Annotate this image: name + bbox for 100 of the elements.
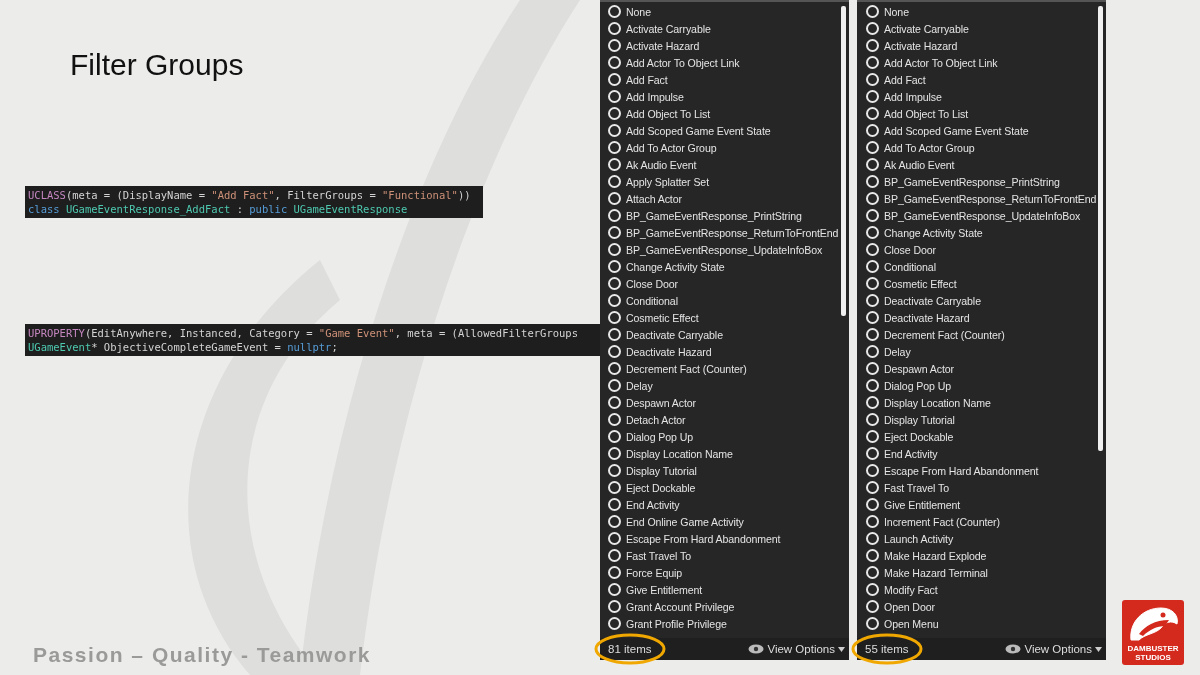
list-option[interactable]: Eject Dockable bbox=[857, 428, 1106, 445]
radio-icon[interactable] bbox=[866, 209, 879, 222]
list-option[interactable]: Cosmetic Effect bbox=[857, 275, 1106, 292]
scrollbar-thumb[interactable] bbox=[1098, 6, 1103, 451]
list-option[interactable]: None bbox=[600, 3, 849, 20]
radio-icon[interactable] bbox=[608, 260, 621, 273]
radio-icon[interactable] bbox=[866, 158, 879, 171]
radio-icon[interactable] bbox=[866, 515, 879, 528]
radio-icon[interactable] bbox=[866, 328, 879, 341]
radio-icon[interactable] bbox=[608, 22, 621, 35]
radio-icon[interactable] bbox=[866, 260, 879, 273]
radio-icon[interactable] bbox=[608, 379, 621, 392]
radio-icon[interactable] bbox=[608, 209, 621, 222]
radio-icon[interactable] bbox=[866, 22, 879, 35]
list-option[interactable]: Add To Actor Group bbox=[600, 139, 849, 156]
list-option[interactable]: Change Activity State bbox=[600, 258, 849, 275]
radio-icon[interactable] bbox=[608, 413, 621, 426]
radio-icon[interactable] bbox=[866, 566, 879, 579]
radio-icon[interactable] bbox=[608, 39, 621, 52]
list-option[interactable]: Add Object To List bbox=[857, 105, 1106, 122]
list-option[interactable]: Despawn Actor bbox=[857, 360, 1106, 377]
list-option[interactable]: Activate Hazard bbox=[600, 37, 849, 54]
radio-icon[interactable] bbox=[866, 396, 879, 409]
list-option[interactable]: BP_GameEventResponse_PrintString bbox=[857, 173, 1106, 190]
radio-icon[interactable] bbox=[866, 498, 879, 511]
radio-icon[interactable] bbox=[608, 600, 621, 613]
list-option[interactable]: End Activity bbox=[600, 496, 849, 513]
list-option[interactable]: Open Menu bbox=[857, 615, 1106, 632]
list-option[interactable]: Add Impulse bbox=[600, 88, 849, 105]
list-option[interactable]: Display Tutorial bbox=[857, 411, 1106, 428]
list-option[interactable]: Eject Dockable bbox=[600, 479, 849, 496]
list-option[interactable]: Add Actor To Object Link bbox=[600, 54, 849, 71]
radio-icon[interactable] bbox=[866, 617, 879, 630]
radio-icon[interactable] bbox=[608, 430, 621, 443]
list-option[interactable]: Add Impulse bbox=[857, 88, 1106, 105]
radio-icon[interactable] bbox=[608, 447, 621, 460]
radio-icon[interactable] bbox=[866, 379, 879, 392]
radio-icon[interactable] bbox=[608, 345, 621, 358]
radio-icon[interactable] bbox=[608, 141, 621, 154]
list-option[interactable]: Fast Travel To bbox=[600, 547, 849, 564]
list-option[interactable]: Open Door bbox=[857, 598, 1106, 615]
radio-icon[interactable] bbox=[608, 532, 621, 545]
scrollbar-thumb[interactable] bbox=[841, 6, 846, 316]
radio-icon[interactable] bbox=[866, 583, 879, 596]
radio-icon[interactable] bbox=[608, 583, 621, 596]
radio-icon[interactable] bbox=[608, 566, 621, 579]
list-option[interactable]: Make Hazard Terminal bbox=[857, 564, 1106, 581]
list-option[interactable]: Decrement Fact (Counter) bbox=[857, 326, 1106, 343]
radio-icon[interactable] bbox=[866, 464, 879, 477]
radio-icon[interactable] bbox=[866, 39, 879, 52]
list-option[interactable]: BP_GameEventResponse_PrintString bbox=[600, 207, 849, 224]
list-option[interactable]: Make Hazard Explode bbox=[857, 547, 1106, 564]
radio-icon[interactable] bbox=[866, 107, 879, 120]
radio-icon[interactable] bbox=[608, 158, 621, 171]
list-option[interactable]: Add Object To List bbox=[600, 105, 849, 122]
list-option[interactable]: Ak Audio Event bbox=[600, 156, 849, 173]
radio-icon[interactable] bbox=[866, 73, 879, 86]
radio-icon[interactable] bbox=[866, 141, 879, 154]
radio-icon[interactable] bbox=[608, 73, 621, 86]
list-option[interactable]: Delay bbox=[857, 343, 1106, 360]
radio-icon[interactable] bbox=[608, 498, 621, 511]
radio-icon[interactable] bbox=[608, 311, 621, 324]
radio-icon[interactable] bbox=[866, 277, 879, 290]
radio-icon[interactable] bbox=[608, 277, 621, 290]
list-option[interactable]: Conditional bbox=[857, 258, 1106, 275]
radio-icon[interactable] bbox=[608, 124, 621, 137]
radio-icon[interactable] bbox=[866, 175, 879, 188]
list-option[interactable]: Add Fact bbox=[857, 71, 1106, 88]
list-option[interactable]: Apply Splatter Set bbox=[600, 173, 849, 190]
radio-icon[interactable] bbox=[866, 481, 879, 494]
radio-icon[interactable] bbox=[608, 5, 621, 18]
radio-icon[interactable] bbox=[608, 396, 621, 409]
list-option[interactable]: Force Equip bbox=[600, 564, 849, 581]
radio-icon[interactable] bbox=[866, 90, 879, 103]
list-option[interactable]: Display Location Name bbox=[857, 394, 1106, 411]
list-option[interactable]: Fast Travel To bbox=[857, 479, 1106, 496]
radio-icon[interactable] bbox=[608, 56, 621, 69]
radio-icon[interactable] bbox=[608, 617, 621, 630]
list-option[interactable]: Add Fact bbox=[600, 71, 849, 88]
list-option[interactable]: Attach Actor bbox=[600, 190, 849, 207]
list-option[interactable]: Close Door bbox=[857, 241, 1106, 258]
list-option[interactable]: Despawn Actor bbox=[600, 394, 849, 411]
radio-icon[interactable] bbox=[608, 294, 621, 307]
list-option[interactable]: BP_GameEventResponse_ReturnToFrontEnd bbox=[857, 190, 1106, 207]
list-option[interactable]: Escape From Hard Abandonment bbox=[600, 530, 849, 547]
radio-icon[interactable] bbox=[866, 192, 879, 205]
radio-icon[interactable] bbox=[866, 294, 879, 307]
radio-icon[interactable] bbox=[866, 430, 879, 443]
radio-icon[interactable] bbox=[866, 362, 879, 375]
radio-icon[interactable] bbox=[608, 362, 621, 375]
radio-icon[interactable] bbox=[608, 90, 621, 103]
list-option[interactable]: Change Activity State bbox=[857, 224, 1106, 241]
list-option[interactable]: Launch Activity bbox=[857, 530, 1106, 547]
list-option[interactable]: Display Location Name bbox=[600, 445, 849, 462]
list-option[interactable]: Activate Hazard bbox=[857, 37, 1106, 54]
radio-icon[interactable] bbox=[866, 243, 879, 256]
view-options-button[interactable]: View Options bbox=[1005, 643, 1102, 655]
radio-icon[interactable] bbox=[608, 481, 621, 494]
view-options-button[interactable]: View Options bbox=[748, 643, 845, 655]
radio-icon[interactable] bbox=[608, 192, 621, 205]
